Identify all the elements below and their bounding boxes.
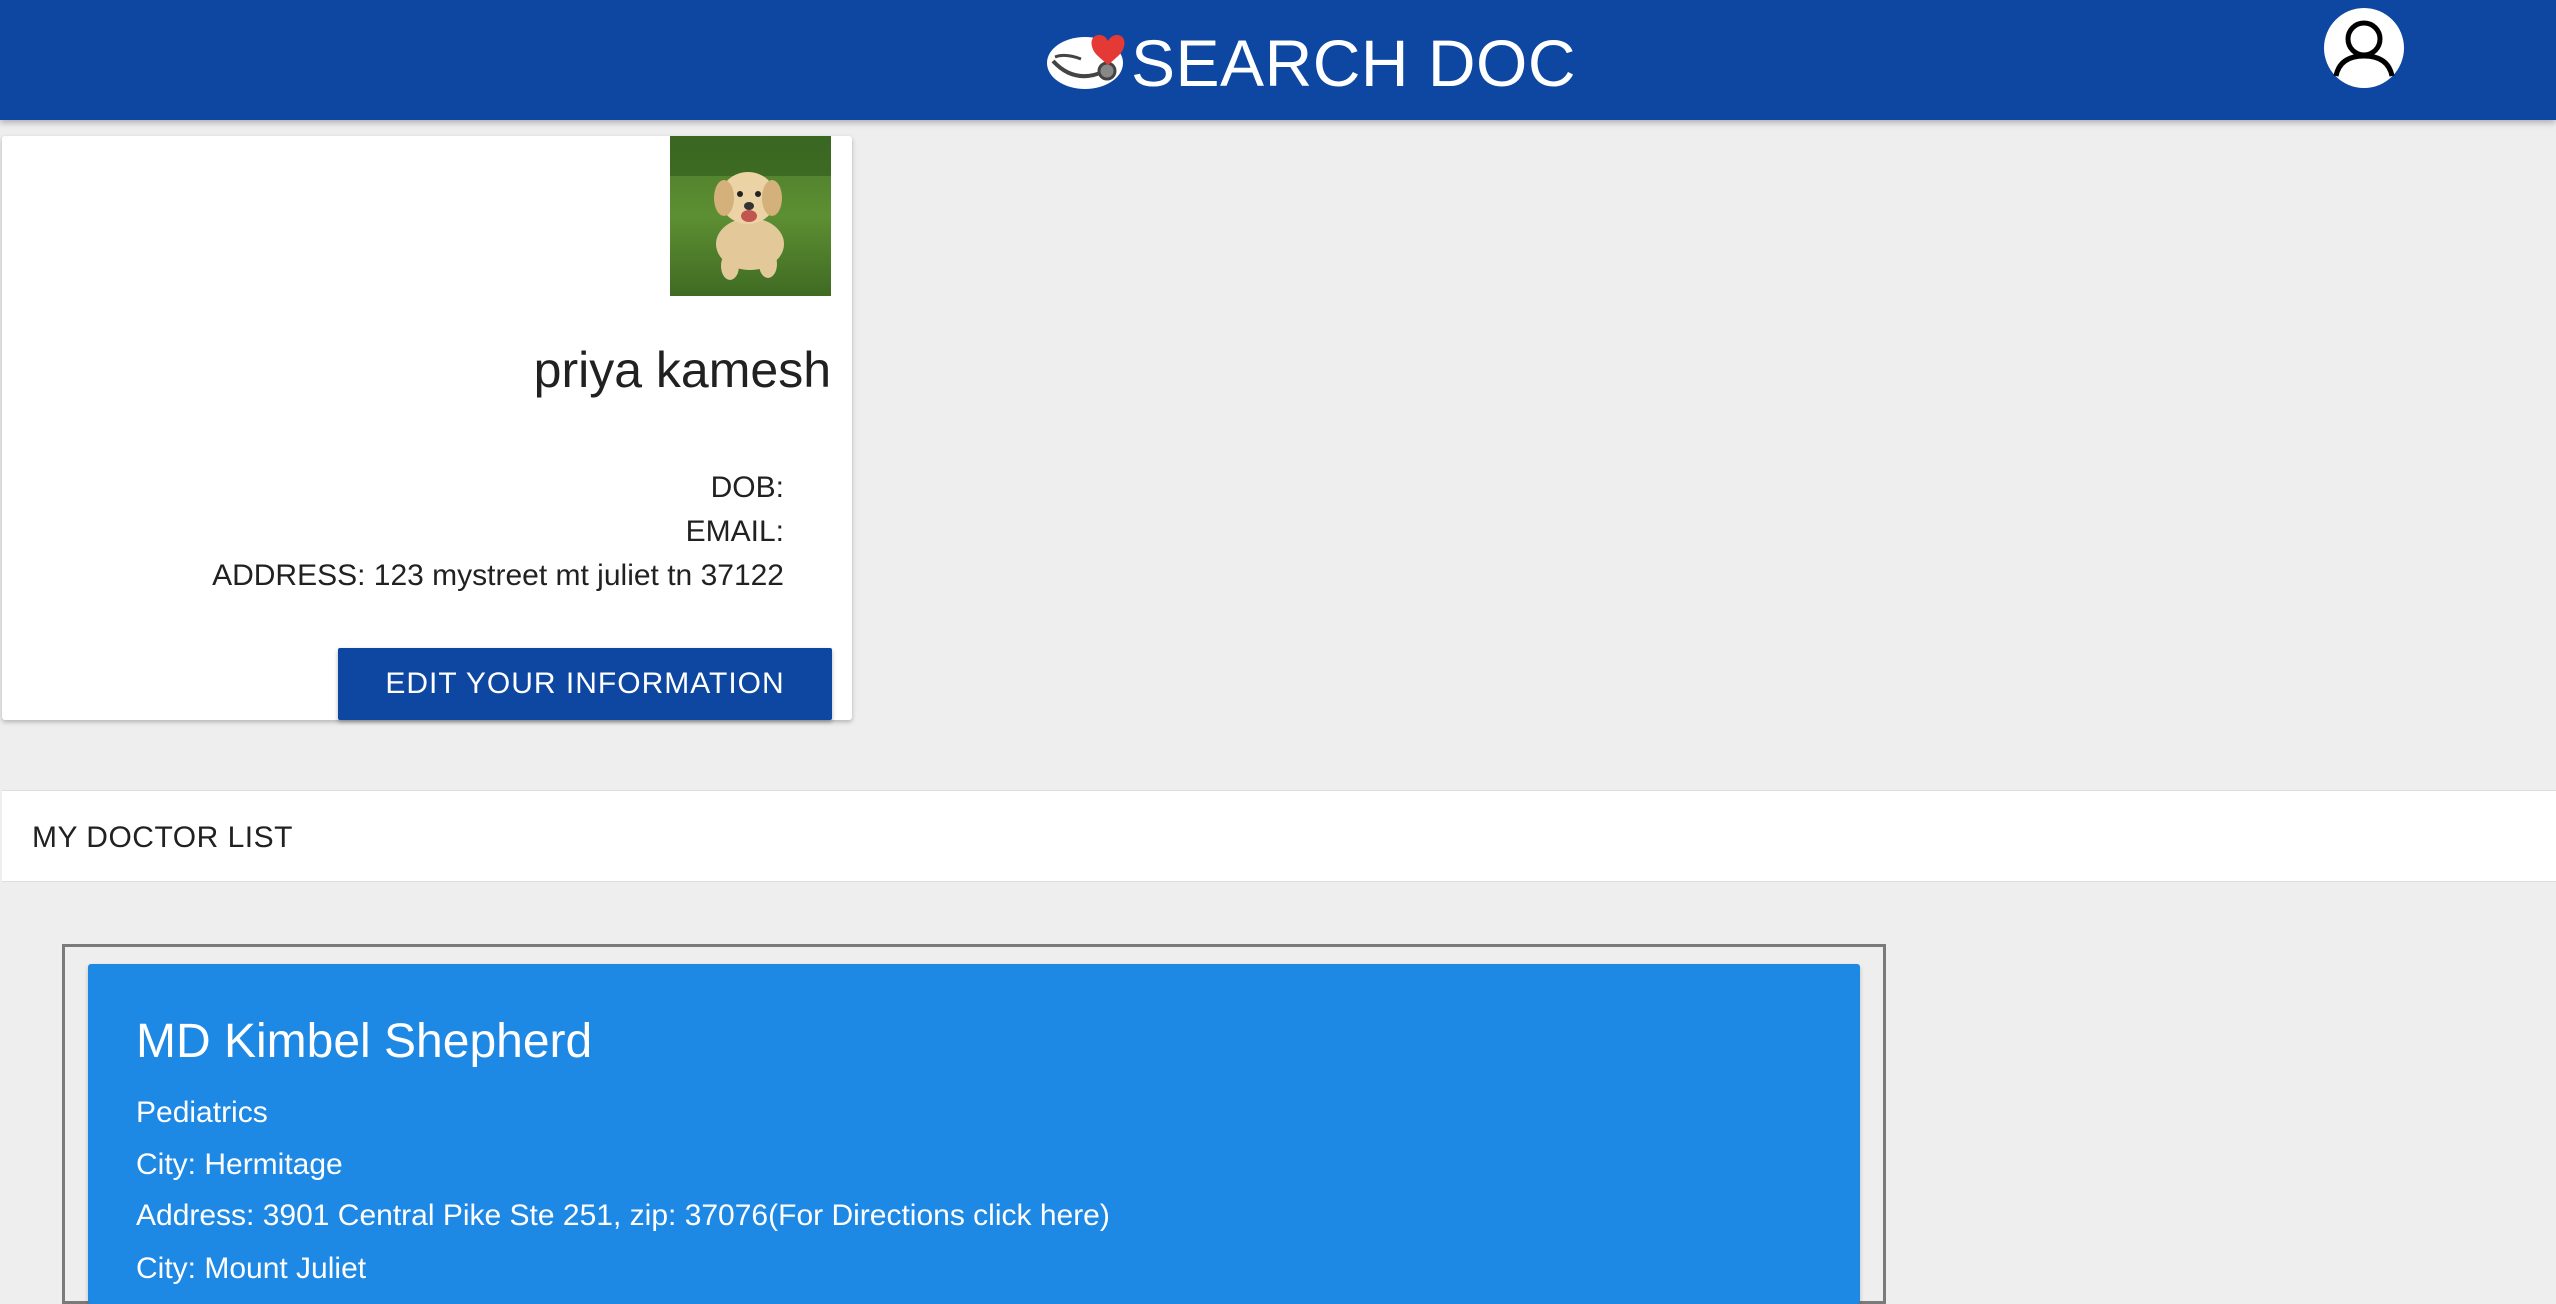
profile-details: DOB: EMAIL: ADDRESS: 123 mystreet mt jul… bbox=[212, 466, 784, 598]
user-account-button[interactable] bbox=[2322, 6, 2406, 90]
doctor-city-row: City: Hermitage bbox=[136, 1148, 343, 1182]
profile-name: priya kamesh bbox=[533, 342, 831, 398]
doctor-city2: Mount Juliet bbox=[204, 1252, 367, 1285]
app-title: SEARCH DOC bbox=[1131, 26, 1577, 100]
dob-label: DOB: bbox=[710, 471, 784, 504]
brand[interactable]: SEARCH DOC bbox=[1045, 18, 1576, 102]
doctor-address-row: Address: 3901 Central Pike Ste 251, zip:… bbox=[136, 1199, 1110, 1232]
profile-photo bbox=[670, 136, 831, 296]
doctor-name: MD Kimbel Shepherd bbox=[136, 1015, 593, 1068]
doctor-city-label: City: bbox=[136, 1148, 196, 1181]
puppy-photo-image bbox=[670, 136, 831, 296]
email-row: EMAIL: bbox=[212, 510, 784, 554]
doctor-city: Hermitage bbox=[204, 1148, 343, 1181]
doctor-zip: 37076 bbox=[684, 1199, 769, 1232]
doctor-card[interactable]: MD Kimbel Shepherd Pediatrics City: Herm… bbox=[88, 964, 1860, 1304]
directions-link[interactable]: (For Directions click here) bbox=[768, 1199, 1110, 1232]
doctor-address-label: Address: bbox=[136, 1199, 255, 1232]
profile-card: priya kamesh DOB: EMAIL: ADDRESS: 123 my… bbox=[2, 136, 852, 720]
doctor-city2-row: City: Mount Juliet bbox=[136, 1252, 366, 1286]
doctor-address: 3901 Central Pike Ste 251 bbox=[262, 1199, 613, 1232]
user-account-icon bbox=[2324, 8, 2404, 88]
app-header: SEARCH DOC bbox=[0, 0, 2556, 120]
address-row: ADDRESS: 123 mystreet mt juliet tn 37122 bbox=[212, 554, 784, 598]
address-value: 123 mystreet mt juliet tn 37122 bbox=[373, 559, 784, 592]
email-label: EMAIL: bbox=[685, 515, 784, 548]
doctor-list-title: MY DOCTOR LIST bbox=[32, 821, 293, 854]
dob-row: DOB: bbox=[212, 466, 784, 510]
heart-stethoscope-logo bbox=[1047, 35, 1125, 89]
doctor-zip-label: zip: bbox=[629, 1199, 677, 1232]
doctor-specialty: Pediatrics bbox=[136, 1096, 268, 1129]
doctor-city2-label: City: bbox=[136, 1252, 196, 1285]
address-label: ADDRESS: bbox=[212, 559, 366, 592]
doctor-list-header: MY DOCTOR LIST bbox=[2, 790, 2556, 882]
edit-information-button[interactable]: EDIT YOUR INFORMATION bbox=[338, 648, 832, 720]
